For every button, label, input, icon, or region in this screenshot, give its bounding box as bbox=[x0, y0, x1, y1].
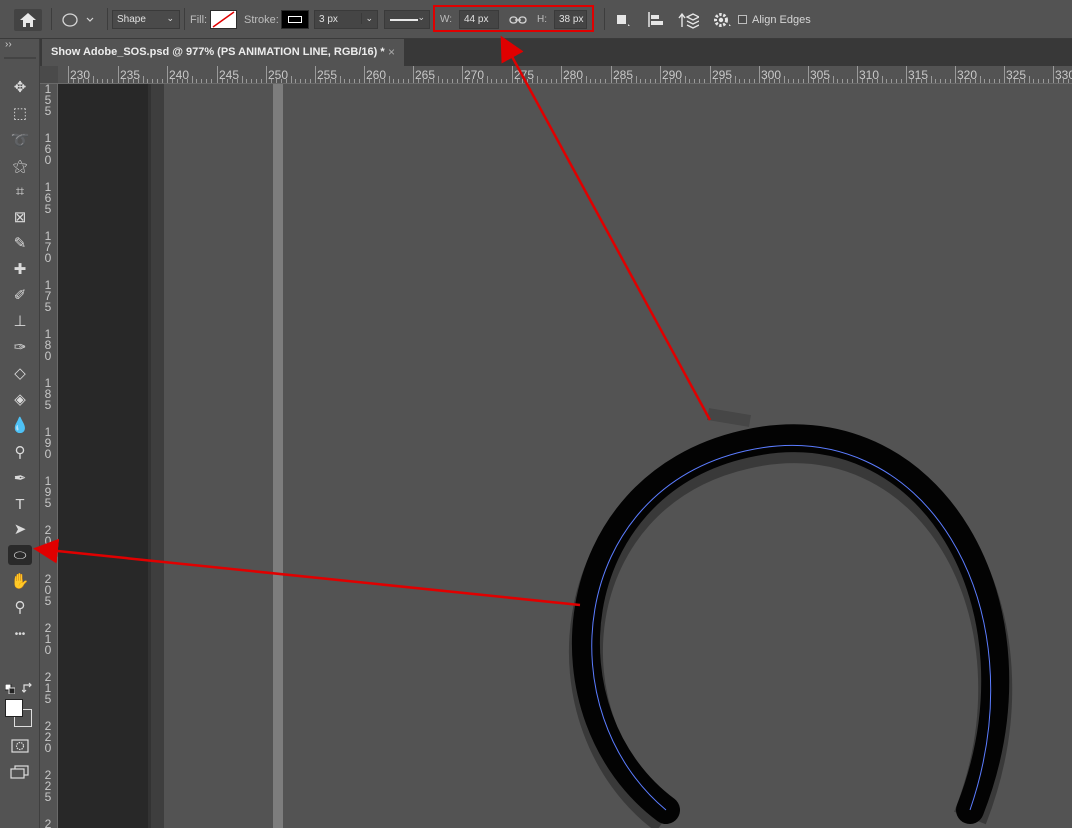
foreground-color-swatch[interactable] bbox=[5, 699, 23, 717]
annotation-arrow-to-size-fields bbox=[500, 35, 712, 421]
annotation-arrow-to-ellipse-tool bbox=[33, 538, 581, 607]
annotation-overlay bbox=[33, 35, 712, 607]
